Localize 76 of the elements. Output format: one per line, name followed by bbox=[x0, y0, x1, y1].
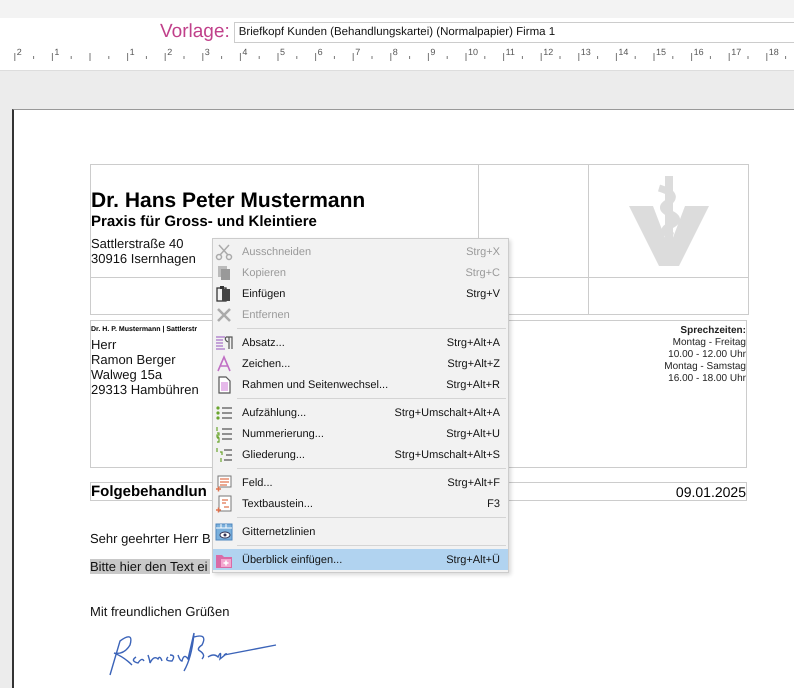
shortcut-text: Strg+V bbox=[466, 288, 500, 300]
menu-item[interactable]: Zeichen... Strg+Alt+Z bbox=[213, 353, 508, 374]
ruler-number: 2 bbox=[167, 47, 172, 57]
ruler-number: 5 bbox=[280, 47, 286, 57]
ruler-number: 13 bbox=[580, 47, 591, 57]
ruler-number: 10 bbox=[468, 47, 478, 57]
office-hours-line: 10.00 - 12.00 Uhr bbox=[667, 349, 746, 361]
text-block-icon bbox=[215, 494, 233, 512]
address-line: Ramon Berger bbox=[91, 352, 177, 367]
ruler-number: 12 bbox=[543, 47, 554, 57]
practice-name: Praxis für Gross- und Kleintiere bbox=[91, 213, 318, 230]
numbered-list-icon bbox=[215, 424, 233, 442]
ruler-number: 1 bbox=[130, 47, 135, 57]
ruler-number: 16 bbox=[694, 47, 704, 57]
vet-logo-icon bbox=[628, 176, 708, 266]
ruler-number: 4 bbox=[242, 47, 248, 57]
menu-item[interactable]: Rahmen und Seitenwechsel... Strg+Alt+R bbox=[213, 374, 508, 395]
ruler-number: 6 bbox=[318, 47, 323, 57]
shortcut-text: Strg+Umschalt+Alt+A bbox=[394, 406, 500, 418]
menu-item[interactable]: Feld... Strg+Alt+F bbox=[213, 472, 508, 493]
shortcut-text: Strg+Alt+U bbox=[446, 428, 500, 440]
ruler-number: 15 bbox=[656, 47, 666, 57]
ruler-number: 7 bbox=[355, 47, 360, 57]
menu-item[interactable]: Gitternetzlinien bbox=[213, 521, 508, 542]
street-text: Sattlerstraße 40 bbox=[91, 236, 184, 251]
address-line: 29313 Hambühren bbox=[91, 382, 199, 397]
ruler-number: 8 bbox=[392, 47, 398, 57]
shortcut-text: Strg+Alt+Ü bbox=[446, 554, 500, 566]
shortcut-text: Strg+Alt+A bbox=[446, 336, 500, 348]
template-label: Vorlage: bbox=[160, 21, 230, 43]
date-text: 09.01.2025 bbox=[676, 484, 746, 500]
salutation-text: Sehr geehrter Herr B bbox=[90, 531, 211, 546]
subject-text: Folgebehandlun bbox=[91, 483, 207, 500]
clipboard-icon bbox=[215, 284, 233, 302]
ruler-number: 9 bbox=[430, 47, 436, 57]
menu-item[interactable]: Gliederung... Strg+Umschalt+Alt+S bbox=[213, 444, 508, 465]
ruler-number: 17 bbox=[731, 47, 742, 57]
office-hours-line: 16.00 - 18.00 Uhr bbox=[667, 373, 746, 385]
scissors-icon bbox=[215, 242, 233, 260]
office-hours-line: Montag - Samstag bbox=[664, 361, 746, 373]
ruler-number: 3 bbox=[204, 47, 210, 57]
template-field[interactable]: Briefkopf Kunden (Behandlungskartei) (Normalpapier) Firma 1 bbox=[234, 22, 794, 42]
letter-icon bbox=[215, 354, 233, 372]
bullet-list-icon bbox=[215, 404, 233, 422]
paragraph-icon bbox=[215, 334, 233, 352]
outline-list-icon bbox=[215, 446, 233, 464]
delete-icon bbox=[215, 306, 233, 324]
menu-item[interactable]: Absatz... Strg+Alt+A bbox=[213, 332, 508, 353]
menu-item[interactable]: Nummerierung... Strg+Alt+U bbox=[213, 423, 508, 444]
city-text: 30916 Isernhagen bbox=[91, 251, 196, 266]
ruler-number: 14 bbox=[618, 47, 628, 57]
shortcut-text: Strg+Alt+R bbox=[446, 378, 500, 390]
address-line: Herr bbox=[91, 337, 118, 352]
menu-item[interactable]: Aufzählung... Strg+Umschalt+Alt+A bbox=[213, 402, 508, 423]
grid-icon bbox=[215, 522, 233, 540]
shortcut-text: Strg+Alt+Z bbox=[447, 358, 500, 370]
shortcut-text: Strg+X bbox=[466, 246, 500, 258]
menu-item[interactable]: Textbaustein... F3 bbox=[213, 493, 508, 514]
ruler-number: 1 bbox=[54, 47, 60, 57]
ruler-number: 11 bbox=[506, 47, 515, 57]
closing-text: Mit freundlichen Grüßen bbox=[90, 604, 230, 619]
placeholder-text[interactable]: Bitte hier den Text ei bbox=[90, 559, 210, 574]
ruler-number: 2 bbox=[16, 47, 22, 57]
ruler-number: 18 bbox=[768, 47, 779, 57]
address-line: Walweg 15a bbox=[91, 367, 164, 382]
field-icon bbox=[215, 474, 233, 492]
menu-item[interactable]: Einfügen Strg+V bbox=[213, 283, 508, 304]
office-hours-title: Sprechzeiten: bbox=[679, 325, 746, 337]
doctor-name: Dr. Hans Peter Mustermann bbox=[91, 189, 366, 213]
shortcut-text: Strg+Alt+F bbox=[447, 476, 500, 488]
shortcut-text: Strg+C bbox=[465, 266, 500, 278]
menu-item[interactable]: Überblick einfügen... Strg+Alt+Ü bbox=[213, 549, 508, 570]
copy-icon bbox=[215, 264, 233, 282]
shortcut-text: Strg+Umschalt+Alt+S bbox=[394, 448, 500, 460]
shortcut-text: F3 bbox=[487, 498, 500, 510]
office-hours-line: Montag - Freitag bbox=[672, 337, 746, 349]
